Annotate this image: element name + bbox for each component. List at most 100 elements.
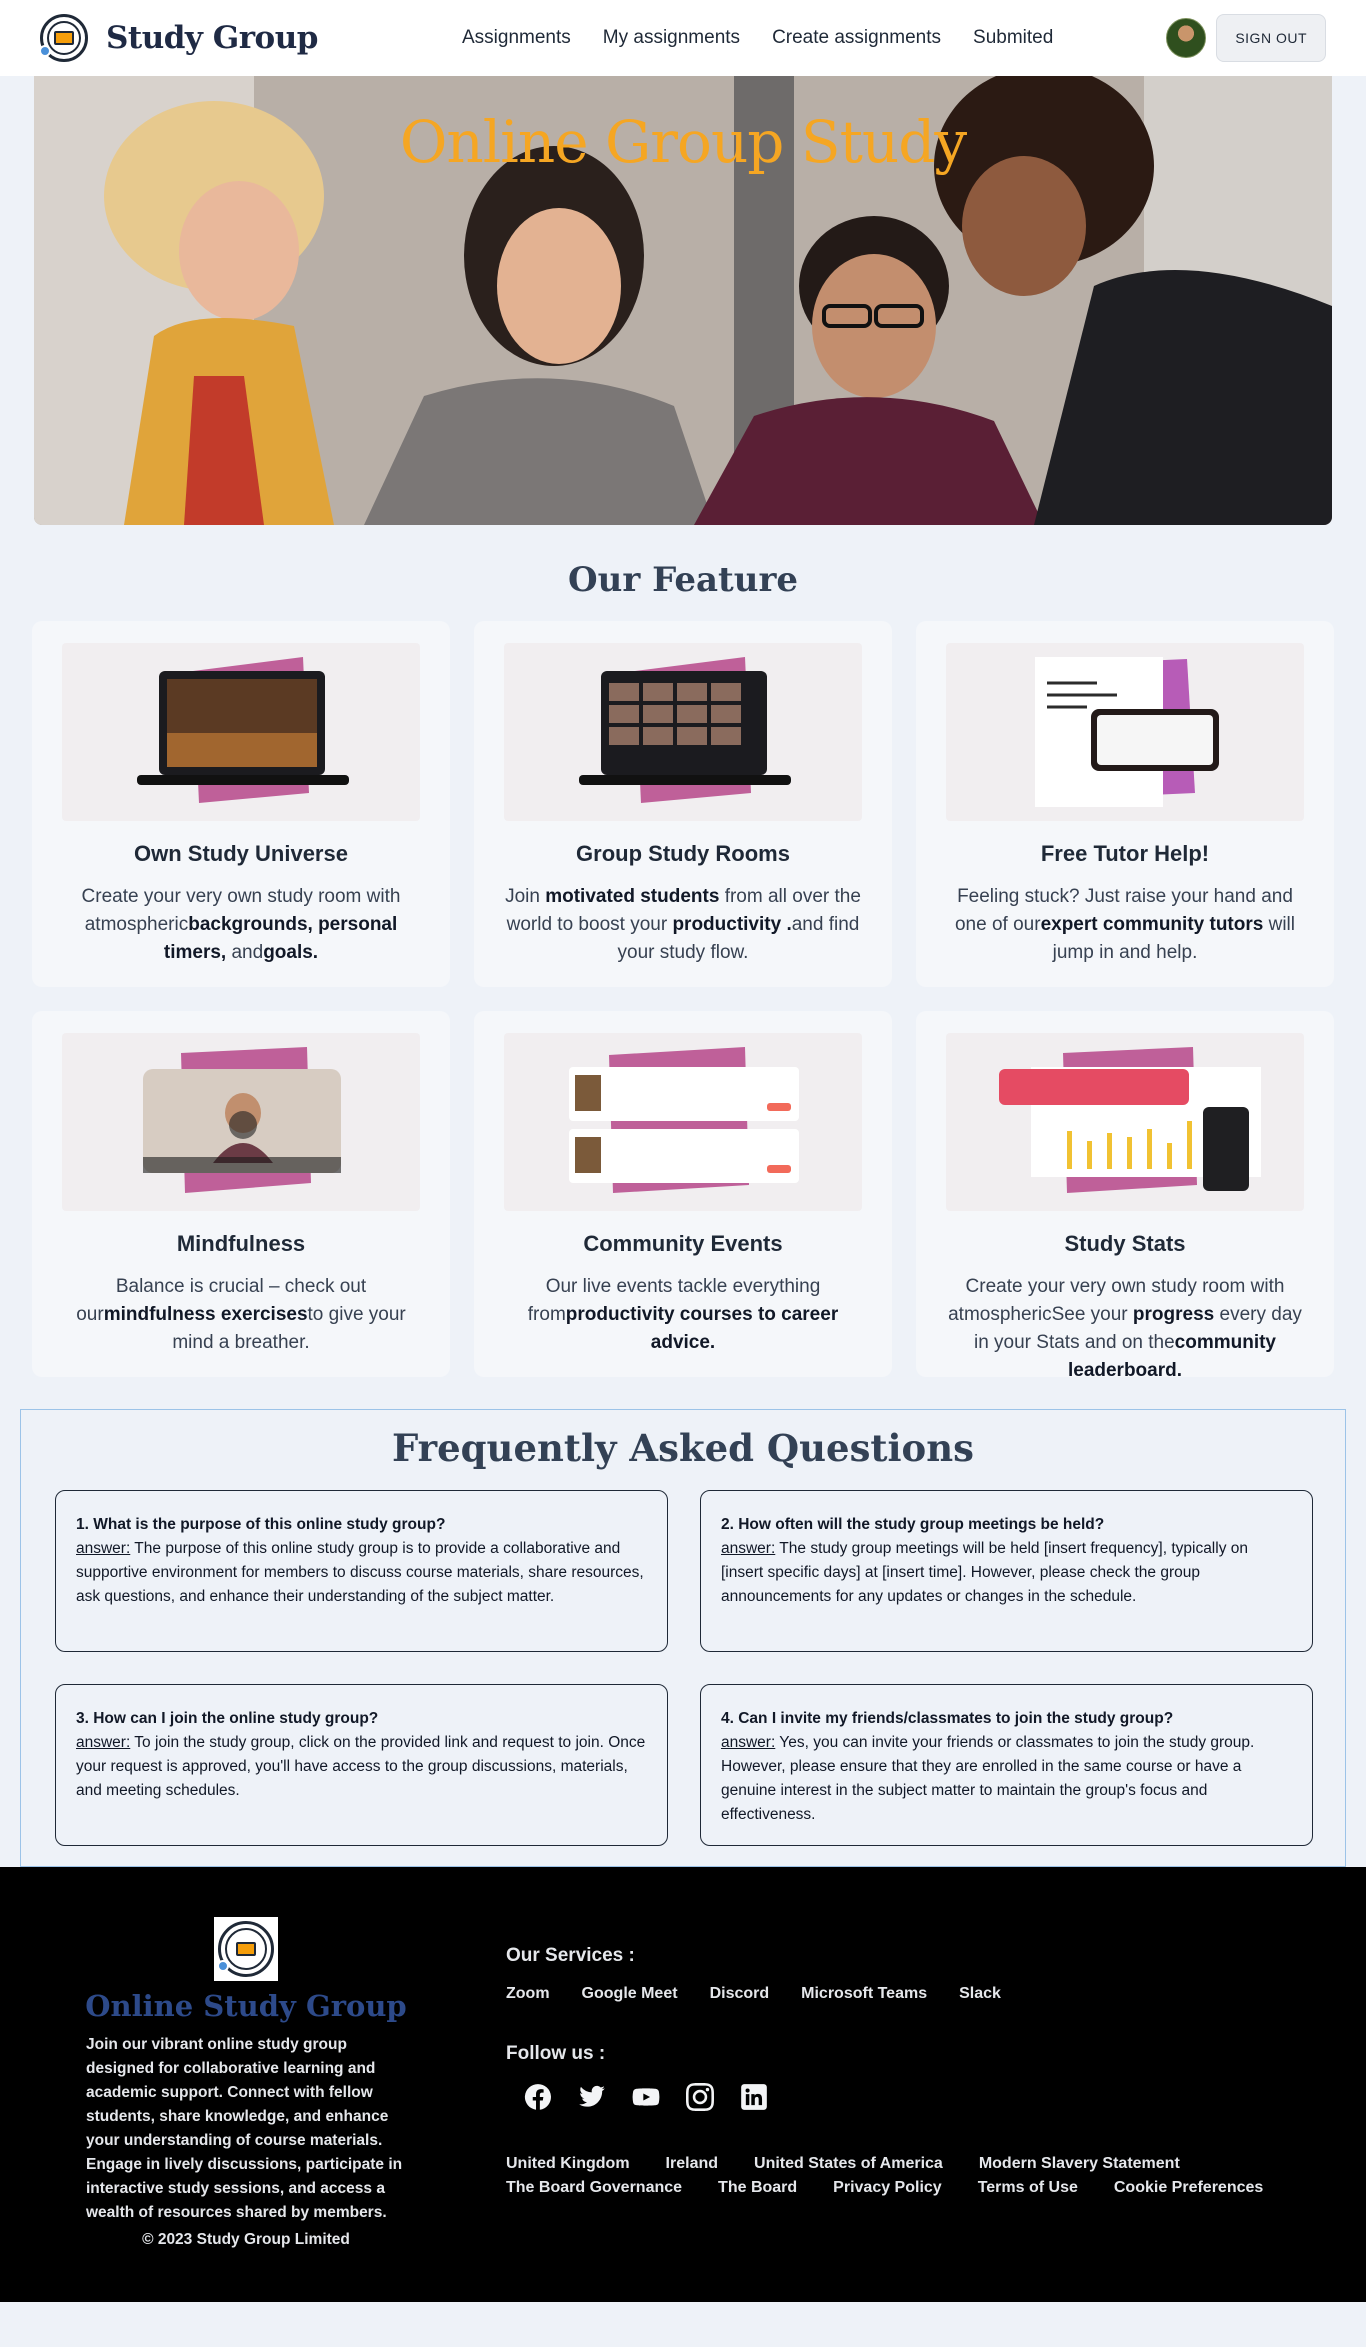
- laptop-video-grid-icon: [504, 643, 862, 821]
- nav-link-assignments[interactable]: Assignments: [462, 27, 571, 49]
- feature-title: Free Tutor Help!: [1040, 841, 1210, 866]
- nav-link-my-assignments[interactable]: My assignments: [603, 27, 740, 49]
- feature-highlight: motivated students: [545, 886, 720, 907]
- faq-question: 2. How often will the study group meetin…: [721, 1516, 1105, 1533]
- feature-description: Feeling stuck? Just raise your hand and …: [946, 883, 1304, 967]
- service-link-discord[interactable]: Discord: [710, 1985, 770, 2003]
- faq-section: Frequently Asked Questions 1. What is th…: [20, 1409, 1346, 1867]
- feature-card: Community Events Our live events tackle …: [474, 1011, 892, 1377]
- laptop-study-room-icon: [62, 643, 420, 821]
- feature-highlight: progress: [1132, 1304, 1215, 1325]
- top-navbar: Study Group Assignments My assignments C…: [0, 0, 1366, 76]
- feature-highlight: productivity courses to career advice.: [565, 1304, 839, 1353]
- feature-title: Group Study Rooms: [576, 841, 790, 866]
- copyright: © 2023 Study Group Limited: [142, 2231, 350, 2248]
- footer-links-area: Our Services : Zoom Google Meet Discord …: [506, 1945, 1306, 2197]
- footer-description: Join our vibrant online study group desi…: [86, 2036, 403, 2221]
- feature-description: Balance is crucial – check out ourmindfu…: [62, 1273, 420, 1357]
- twitter-icon[interactable]: [578, 2083, 606, 2111]
- services-list: Zoom Google Meet Discord Microsoft Teams…: [506, 1985, 1306, 2003]
- footer-about: Online Study Group Join our vibrant onli…: [85, 1917, 407, 2249]
- footer-link[interactable]: The Board Governance: [506, 2179, 682, 2197]
- study-group-logo-icon: [39, 14, 88, 62]
- feature-highlight: goals.: [263, 942, 319, 963]
- feature-text: Join: [505, 886, 546, 907]
- service-link-google-meet[interactable]: Google Meet: [582, 1985, 678, 2003]
- online-study-logo-icon: [217, 1921, 274, 1977]
- faq-answer: The purpose of this online study group i…: [76, 1540, 644, 1605]
- brand-name: Study Group: [106, 20, 318, 56]
- faq-question: 1. What is the purpose of this online st…: [76, 1516, 446, 1533]
- faq-answer: To join the study group, click on the pr…: [76, 1734, 646, 1799]
- faq-grid: 1. What is the purpose of this online st…: [21, 1470, 1345, 1846]
- faq-item: 2. How often will the study group meetin…: [700, 1490, 1313, 1652]
- main-menu: Assignments My assignments Create assign…: [462, 27, 1053, 49]
- feature-description: Create your very own study room with atm…: [946, 1273, 1304, 1385]
- brand[interactable]: Study Group: [39, 14, 318, 62]
- feature-title: Mindfulness: [176, 1231, 306, 1256]
- feature-title: Study Stats: [1064, 1231, 1186, 1256]
- feature-description: Join motivated students from all over th…: [504, 883, 862, 967]
- features-title: Our Feature: [568, 560, 798, 600]
- footer-link[interactable]: Modern Slavery Statement: [979, 2155, 1180, 2173]
- feature-description: Create your very own study room with atm…: [62, 883, 420, 967]
- stats-chart-icon: [946, 1033, 1304, 1211]
- footer-link[interactable]: United Kingdom: [506, 2155, 630, 2173]
- faq-answer: Yes, you can invite your friends or clas…: [721, 1734, 1255, 1823]
- footer-logo: [214, 1917, 278, 1981]
- footer: Online Study Group Join our vibrant onli…: [0, 1867, 1366, 2302]
- footer-link[interactable]: Privacy Policy: [833, 2179, 942, 2197]
- faq-question: 3. How can I join the online study group…: [76, 1710, 379, 1727]
- youtube-icon[interactable]: [632, 2083, 660, 2111]
- footer-link[interactable]: Ireland: [666, 2155, 718, 2173]
- faq-answer: The study group meetings will be held [i…: [721, 1540, 1248, 1605]
- footer-link[interactable]: Cookie Preferences: [1114, 2179, 1263, 2197]
- faq-item: 4. Can I invite my friends/classmates to…: [700, 1684, 1313, 1846]
- feature-highlight: productivity .: [672, 914, 792, 935]
- instagram-icon[interactable]: [686, 2083, 714, 2111]
- nav-link-create-assignments[interactable]: Create assignments: [772, 27, 941, 49]
- features-grid: Own Study Universe Create your very own …: [32, 621, 1366, 1381]
- footer-link[interactable]: The Board: [718, 2179, 797, 2197]
- sign-out-button[interactable]: SIGN OUT: [1216, 14, 1326, 62]
- social-icons: [524, 2083, 1306, 2111]
- service-link-slack[interactable]: Slack: [959, 1985, 1001, 2003]
- faq-answer-label: answer:: [76, 1540, 131, 1557]
- service-link-microsoft-teams[interactable]: Microsoft Teams: [801, 1985, 927, 2003]
- feature-highlight: expert community tutors: [1040, 914, 1264, 935]
- user-area: SIGN OUT: [1166, 14, 1326, 62]
- nav-link-submitted[interactable]: Submited: [973, 27, 1053, 49]
- feature-card: Mindfulness Balance is crucial – check o…: [32, 1011, 450, 1377]
- services-heading: Our Services :: [506, 1945, 635, 1966]
- feature-description: Our live events tackle everything frompr…: [504, 1273, 862, 1357]
- faq-item: 3. How can I join the online study group…: [55, 1684, 668, 1846]
- event-list-icon: [504, 1033, 862, 1211]
- feature-highlight: mindfulness exercises: [103, 1304, 308, 1325]
- footer-title: Online Study Group: [85, 1989, 407, 2023]
- user-avatar[interactable]: [1166, 18, 1207, 58]
- footer-link[interactable]: Terms of Use: [978, 2179, 1078, 2197]
- footer-legal-links: United Kingdom Ireland United States of …: [506, 2155, 1306, 2197]
- feature-text: and: [226, 942, 264, 963]
- hero-title: Online Group Study: [399, 108, 967, 176]
- feature-title: Own Study Universe: [134, 841, 348, 866]
- faq-question: 4. Can I invite my friends/classmates to…: [721, 1710, 1174, 1727]
- faq-answer-label: answer:: [721, 1734, 776, 1751]
- feature-card: Group Study Rooms Join motivated student…: [474, 621, 892, 987]
- footer-link[interactable]: United States of America: [754, 2155, 943, 2173]
- linkedin-icon[interactable]: [740, 2083, 768, 2111]
- follow-heading: Follow us :: [506, 2043, 606, 2064]
- faq-item: 1. What is the purpose of this online st…: [55, 1490, 668, 1652]
- facebook-icon[interactable]: [524, 2083, 552, 2111]
- faq-answer-label: answer:: [721, 1540, 776, 1557]
- feature-card: Own Study Universe Create your very own …: [32, 621, 450, 987]
- feature-title: Community Events: [583, 1231, 783, 1256]
- feature-card: Study Stats Create your very own study r…: [916, 1011, 1334, 1381]
- meditation-video-icon: [62, 1033, 420, 1211]
- service-link-zoom[interactable]: Zoom: [506, 1985, 550, 2003]
- hero-banner: Online Group Study: [34, 76, 1332, 525]
- tutor-chat-icon: [946, 643, 1304, 821]
- faq-answer-label: answer:: [76, 1734, 131, 1751]
- feature-card: Free Tutor Help! Feeling stuck? Just rai…: [916, 621, 1334, 987]
- faq-title: Frequently Asked Questions: [392, 1426, 974, 1470]
